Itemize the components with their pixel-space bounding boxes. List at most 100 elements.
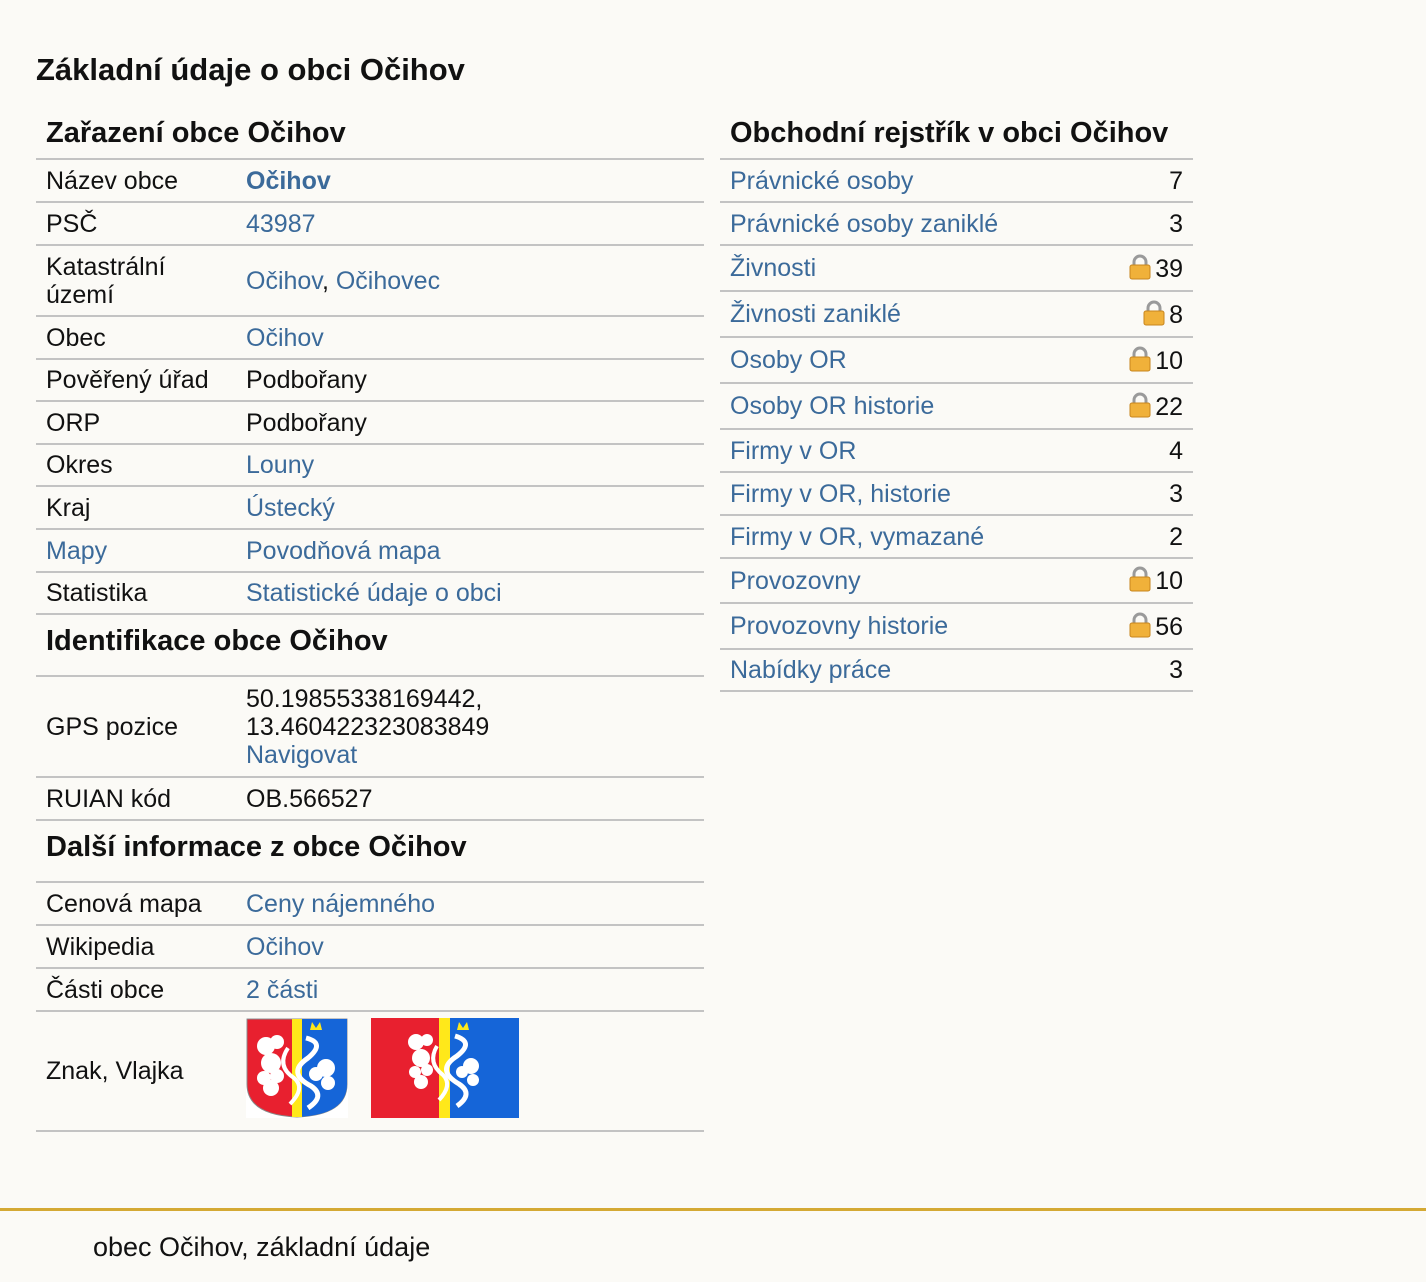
table-row: Okres Louny	[36, 444, 704, 487]
lock-icon	[1129, 254, 1151, 279]
rejstrik-count: 3	[1169, 479, 1183, 508]
rejstrik-row: Firmy v OR, historie 3	[720, 472, 1193, 516]
rejstrik-count: 10	[1155, 567, 1183, 595]
table-row: GPS pozice 50.19855338169442, 13.4604223…	[36, 677, 704, 778]
ceny-najemneho-link[interactable]: Ceny nájemného	[246, 890, 435, 918]
row-key: Název obce	[36, 160, 236, 203]
row-value: Podbořany	[236, 359, 704, 402]
table-row: Znak, Vlajka	[36, 1011, 704, 1132]
rejstrik-count: 7	[1169, 166, 1183, 195]
ruian-value: OB.566527	[236, 777, 704, 821]
dalsi-table: Cenová mapa Ceny nájemného Wikipedia Oči…	[36, 883, 704, 1132]
rejstrik-link[interactable]: Živnosti zaniklé	[730, 300, 901, 328]
gps-lon: 13.460422323083849	[246, 712, 490, 741]
casti-obce-link[interactable]: 2 části	[246, 976, 318, 1004]
row-key: Katastrální území	[36, 245, 236, 317]
rejstrik-link[interactable]: Provozovny	[730, 567, 861, 595]
lock-icon	[1129, 566, 1151, 592]
table-row: PSČ 43987	[36, 202, 704, 246]
row-key: Kraj	[36, 486, 236, 530]
mapy-link[interactable]: Mapy	[46, 537, 107, 565]
row-key: Znak, Vlajka	[36, 1011, 236, 1132]
rejstrik-link[interactable]: Firmy v OR, vymazané	[730, 523, 984, 551]
gps-lat: 50.19855338169442,	[246, 684, 483, 713]
povodnova-mapa-link[interactable]: Povodňová mapa	[246, 537, 441, 565]
table-row: Cenová mapa Ceny nájemného	[36, 883, 704, 926]
rejstrik-row: Živnosti 39	[720, 245, 1193, 292]
coat-of-arms-image[interactable]	[246, 1018, 348, 1118]
katastr-link-ocihovec[interactable]: Očihovec	[336, 267, 440, 295]
obec-name-link[interactable]: Očihov	[246, 167, 331, 195]
right-column: Obchodní rejstřík v obci Očihov Právnick…	[720, 110, 1193, 692]
row-key: Wikipedia	[36, 925, 236, 969]
rejstrik-row: Osoby OR 10	[720, 337, 1193, 384]
rejstrik-link[interactable]: Osoby OR historie	[730, 392, 934, 420]
rejstrik-row: Právnické osoby zaniklé 3	[720, 202, 1193, 246]
footer-divider	[0, 1208, 1426, 1211]
identifikace-table: GPS pozice 50.19855338169442, 13.4604223…	[36, 677, 704, 821]
lock-icon	[1129, 392, 1151, 417]
rejstrik-link[interactable]: Právnické osoby zaniklé	[730, 210, 998, 238]
footer-text: obec Očihov, základní údaje	[93, 1232, 431, 1262]
katastr-link-ocihov[interactable]: Očihov	[246, 267, 322, 295]
kraj-link[interactable]: Ústecký	[246, 494, 335, 522]
wikipedia-link[interactable]: Očihov	[246, 933, 324, 961]
zarazeni-table: Název obce Očihov PSČ 43987 Katastrální …	[36, 160, 704, 615]
table-row: Katastrální území Očihov, Očihovec	[36, 245, 704, 317]
rejstrik-link[interactable]: Osoby OR	[730, 346, 847, 374]
statistika-link[interactable]: Statistické údaje o obci	[246, 579, 502, 607]
row-key: Statistika	[36, 572, 236, 615]
row-key: Části obce	[36, 968, 236, 1012]
table-row: Wikipedia Očihov	[36, 925, 704, 969]
section-title-rejstrik: Obchodní rejstřík v obci Očihov	[720, 110, 1193, 160]
okres-link[interactable]: Louny	[246, 451, 314, 479]
section-title-dalsi: Další informace z obce Očihov	[36, 821, 704, 883]
rejstrik-count: 4	[1169, 436, 1183, 465]
rejstrik-count: 2	[1169, 522, 1183, 551]
table-row: Kraj Ústecký	[36, 486, 704, 530]
row-key: Okres	[36, 444, 236, 487]
flag-image[interactable]	[370, 1018, 519, 1118]
lock-icon	[1129, 612, 1151, 637]
rejstrik-row: Osoby OR historie 22	[720, 383, 1193, 430]
row-key: RUIAN kód	[36, 777, 236, 821]
left-column: Zařazení obce Očihov Název obce Očihov P…	[36, 110, 704, 1132]
table-row: ORP Podbořany	[36, 401, 704, 445]
rejstrik-row: Živnosti zaniklé 8	[720, 291, 1193, 338]
rejstrik-count: 3	[1169, 656, 1183, 684]
row-key: Cenová mapa	[36, 883, 236, 926]
rejstrik-link[interactable]: Právnické osoby	[730, 167, 913, 195]
row-value: Podbořany	[236, 401, 704, 445]
row-key: PSČ	[36, 202, 236, 246]
rejstrik-count: 39	[1155, 254, 1183, 283]
navigovat-link[interactable]: Navigovat	[246, 741, 357, 769]
table-row: Obec Očihov	[36, 316, 704, 360]
table-row: Statistika Statistické údaje o obci	[36, 572, 704, 615]
rejstrik-row: Provozovny historie 56	[720, 603, 1193, 650]
rejstrik-table: Právnické osoby 7 Právnické osoby zaniklé 3…	[720, 160, 1193, 692]
row-key: Obec	[36, 316, 236, 360]
table-row: Pověřený úřad Podbořany	[36, 359, 704, 402]
psc-link[interactable]: 43987	[246, 210, 316, 238]
rejstrik-count: 10	[1155, 346, 1183, 375]
lock-icon	[1143, 300, 1165, 325]
rejstrik-link[interactable]: Nabídky práce	[730, 656, 891, 684]
separator: ,	[321, 266, 336, 295]
section-title-identifikace: Identifikace obce Očihov	[36, 615, 704, 677]
rejstrik-link[interactable]: Provozovny historie	[730, 612, 948, 640]
row-key: Pověřený úřad	[36, 359, 236, 402]
rejstrik-row: Provozovny 10	[720, 558, 1193, 604]
rejstrik-link[interactable]: Živnosti	[730, 254, 816, 282]
table-row: Mapy Povodňová mapa	[36, 529, 704, 573]
rejstrik-row: Nabídky práce 3	[720, 649, 1193, 692]
rejstrik-row: Firmy v OR, vymazané 2	[720, 515, 1193, 559]
rejstrik-link[interactable]: Firmy v OR	[730, 437, 856, 465]
rejstrik-count: 22	[1155, 392, 1183, 421]
obec-link[interactable]: Očihov	[246, 324, 324, 352]
rejstrik-link[interactable]: Firmy v OR, historie	[730, 480, 951, 508]
table-row: Název obce Očihov	[36, 160, 704, 203]
rejstrik-row: Firmy v OR 4	[720, 429, 1193, 473]
page-title: Základní údaje o obci Očihov	[36, 52, 465, 87]
table-row: RUIAN kód OB.566527	[36, 777, 704, 821]
row-key: GPS pozice	[36, 677, 236, 778]
